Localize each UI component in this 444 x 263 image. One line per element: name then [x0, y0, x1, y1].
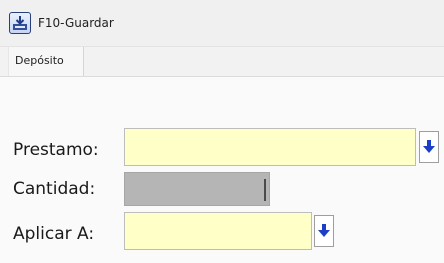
save-button-label: F10-Guardar [38, 16, 114, 30]
save-button[interactable]: F10-Guardar [9, 10, 114, 36]
cantidad-field [124, 172, 270, 206]
arrow-down-icon [423, 140, 435, 153]
prestamo-field[interactable] [124, 128, 416, 166]
arrow-down-icon [318, 224, 330, 237]
aplicar-a-field[interactable] [124, 212, 312, 250]
prestamo-label: Prestamo: [13, 140, 99, 160]
cantidad-label: Cantidad: [13, 179, 96, 199]
tab-bar: Depósito [0, 47, 444, 77]
aplicar-a-label: Aplicar A: [13, 224, 95, 244]
toolbar: F10-Guardar [0, 0, 444, 47]
save-icon [9, 12, 31, 34]
tab-deposito[interactable]: Depósito [8, 47, 84, 76]
text-caret [264, 179, 266, 201]
aplicar-a-dropdown-button[interactable] [314, 215, 334, 247]
prestamo-dropdown-button[interactable] [419, 131, 439, 163]
